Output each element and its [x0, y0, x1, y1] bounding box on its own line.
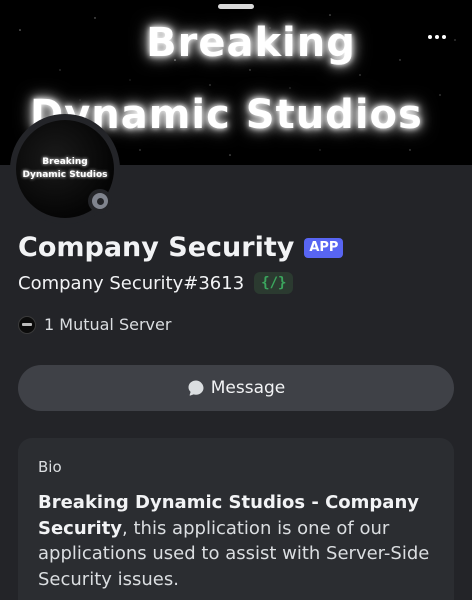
avatar[interactable]: Breaking Dynamic Studios	[10, 114, 120, 224]
slash-commands-badge[interactable]: {/}	[254, 272, 294, 294]
app-badge: APP	[304, 237, 344, 258]
mutual-servers-label: 1 Mutual Server	[44, 315, 172, 334]
more-dot-icon	[428, 35, 432, 39]
server-icon	[18, 315, 36, 334]
sheet-drag-handle[interactable]	[218, 4, 254, 9]
more-dot-icon	[435, 35, 439, 39]
display-name-row: Company Security APP	[18, 232, 344, 263]
mutual-servers-link[interactable]: 1 Mutual Server	[18, 315, 171, 334]
avatar-text-line1: Breaking	[42, 157, 88, 167]
message-button-label: Message	[210, 378, 286, 398]
username-row: Company Security#3613 {/}	[18, 272, 294, 294]
username: Company Security#3613	[18, 272, 245, 294]
chat-bubble-icon	[188, 380, 204, 396]
bio-heading: Bio	[38, 458, 62, 476]
banner-title-line1: Breaking	[146, 20, 356, 66]
offline-status-icon	[92, 193, 108, 209]
more-dot-icon	[442, 35, 446, 39]
avatar-text-line2: Dynamic Studios	[22, 170, 108, 180]
more-options-button[interactable]	[422, 22, 452, 52]
bio-text: Breaking Dynamic Studios - Company Secur…	[38, 490, 434, 592]
status-indicator	[88, 189, 112, 213]
display-name: Company Security	[18, 232, 295, 263]
message-button[interactable]: Message	[18, 365, 454, 411]
bio-card: Bio Breaking Dynamic Studios - Company S…	[18, 438, 454, 600]
